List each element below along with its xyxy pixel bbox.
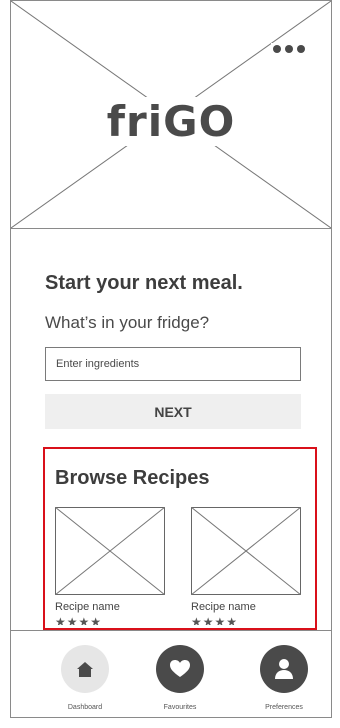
star-rating: ★★★★ bbox=[55, 616, 103, 625]
tab-label: Preferences bbox=[265, 704, 303, 711]
tab-label: Dashboard bbox=[67, 704, 103, 711]
app-logo: friGO bbox=[11, 97, 331, 146]
tab-favourites[interactable]: Favourites bbox=[140, 645, 220, 711]
recipe-name[interactable]: Recipe name bbox=[55, 601, 120, 613]
fridge-question: What’s in your fridge? bbox=[45, 313, 210, 332]
user-icon bbox=[260, 645, 308, 693]
tab-dashboard[interactable]: Dashboard bbox=[45, 645, 125, 711]
tab-label: Favourites bbox=[163, 704, 197, 711]
recipe-card-image[interactable] bbox=[55, 507, 165, 595]
hero-image-placeholder: friGO bbox=[11, 1, 331, 229]
heart-icon bbox=[156, 645, 204, 693]
next-button[interactable]: NEXT bbox=[45, 394, 301, 429]
home-icon bbox=[61, 645, 109, 693]
star-rating: ★★★★ bbox=[191, 616, 239, 625]
tab-preferences[interactable]: Preferences bbox=[244, 645, 324, 711]
more-horizontal-icon[interactable] bbox=[271, 43, 307, 55]
bottom-tab-bar: Dashboard Favourites Preferences bbox=[10, 630, 332, 718]
page-heading: Start your next meal. bbox=[45, 272, 243, 294]
recipe-card-image[interactable] bbox=[191, 507, 301, 595]
recipe-name[interactable]: Recipe name bbox=[191, 601, 256, 613]
ingredients-input[interactable]: Enter ingredients bbox=[45, 347, 301, 381]
browse-recipes-title: Browse Recipes bbox=[55, 467, 210, 489]
